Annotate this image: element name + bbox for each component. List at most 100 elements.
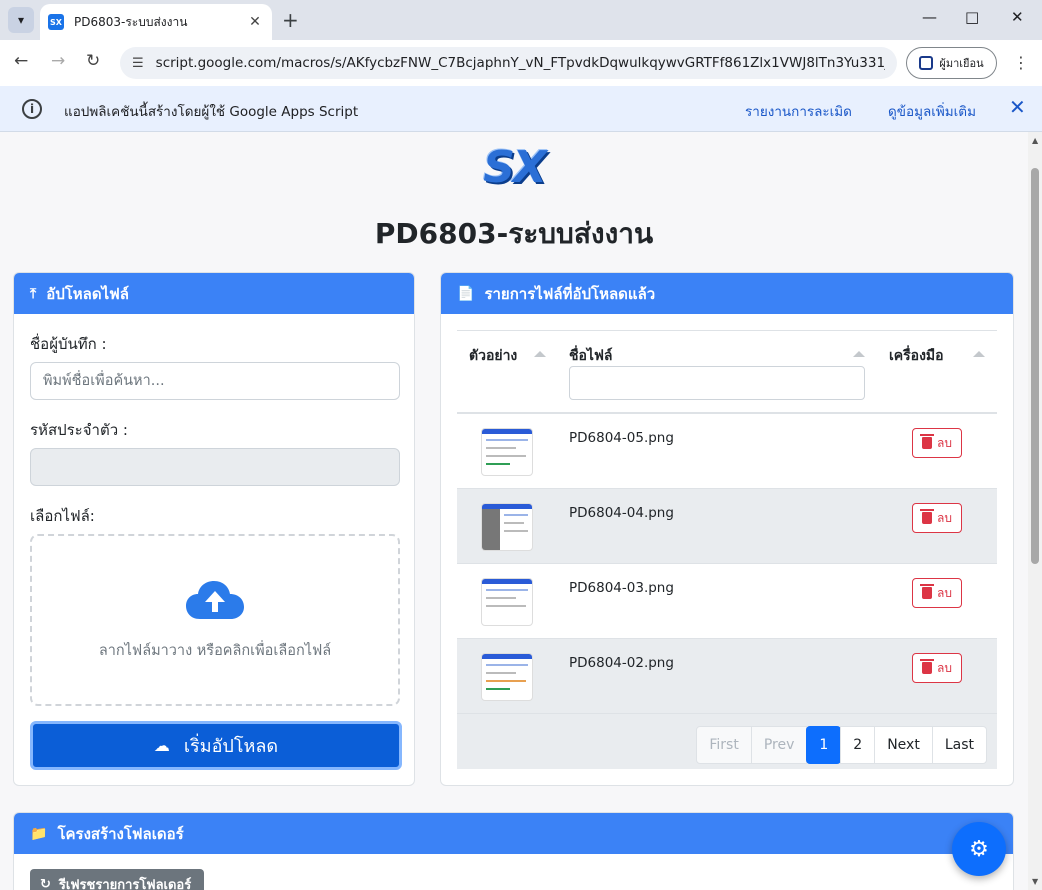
file-name: PD6804-04.png — [569, 505, 674, 521]
file-name: PD6804-05.png — [569, 430, 674, 446]
pagination: First Prev 1 2 Next Last — [696, 726, 987, 764]
delete-label: ลบ — [937, 660, 952, 675]
refresh-folders-label: รีเฟรชรายการโฟลเดอร์ — [58, 877, 192, 890]
tab-search-button[interactable]: ▾ — [8, 7, 34, 33]
folder-icon: 📁 — [30, 825, 48, 842]
table-header: ตัวอย่าง ชื่อไฟล์ เครื่องมือ — [457, 330, 997, 414]
scroll-thumb[interactable] — [1031, 168, 1039, 564]
recorder-label: ชื่อผู้บันทึก : — [30, 335, 107, 353]
start-upload-label: เริ่มอัปโหลด — [183, 736, 279, 757]
infobar-close-icon[interactable]: ✕ — [1009, 95, 1026, 119]
file-dropzone[interactable]: ลากไฟล์มาวาง หรือคลิกเพื่อเลือกไฟล์ — [30, 534, 400, 706]
forward-arrow-icon[interactable]: → — [51, 51, 65, 71]
start-upload-button[interactable]: ☁ เริ่มอัปโหลด — [30, 721, 402, 770]
filename-filter-input[interactable] — [569, 366, 865, 400]
sort-filename-icon[interactable] — [853, 351, 865, 357]
tab-strip: ▾ SX PD6803-ระบบส่งงาน ✕ + — □ ✕ — [0, 0, 1042, 40]
url-text: script.google.com/macros/s/AKfycbzFNW_C7… — [155, 55, 885, 71]
page-content: SX PD6803-ระบบส่งงาน ⤒ อัปโหลดไฟล์ ชื่อผ… — [0, 132, 1028, 890]
table-row: PD6804-05.png ลบ — [457, 414, 997, 489]
address-bar[interactable]: ☰ script.google.com/macros/s/AKfycbzFNW_… — [120, 47, 897, 79]
file-thumbnail[interactable] — [481, 428, 533, 476]
delete-label: ลบ — [937, 585, 952, 600]
trash-icon — [920, 584, 934, 599]
page-last-button[interactable]: Last — [931, 726, 987, 764]
infobar-text: แอปพลิเคชันนี้สร้างโดยผู้ใช้ Google Apps… — [64, 104, 359, 120]
cloud-upload-icon — [184, 579, 246, 621]
file-thumbnail[interactable] — [481, 503, 533, 551]
window-close-icon[interactable]: ✕ — [1011, 8, 1024, 26]
col-preview[interactable]: ตัวอย่าง — [469, 345, 517, 367]
favicon-icon: SX — [48, 14, 64, 30]
page-2-button[interactable]: 2 — [840, 726, 876, 764]
col-filename[interactable]: ชื่อไฟล์ — [569, 345, 612, 367]
files-table: ตัวอย่าง ชื่อไฟล์ เครื่องมือ PD6804-05.p… — [457, 330, 997, 769]
page-title: PD6803-ระบบส่งงาน — [374, 217, 654, 250]
browser-toolbar: ← → ↻ ☰ script.google.com/macros/s/AKfyc… — [0, 40, 1042, 86]
report-abuse-link[interactable]: รายงานการละเมิด — [745, 100, 852, 122]
file-select-label: เลือกไฟล์: — [30, 507, 95, 525]
file-name: PD6804-03.png — [569, 580, 674, 596]
upload-icon: ⤒ — [30, 285, 37, 302]
page-scrollbar[interactable]: ▲ ▼ — [1028, 132, 1042, 890]
scroll-down-icon[interactable]: ▼ — [1032, 877, 1038, 886]
trash-icon — [920, 509, 934, 524]
folder-structure-card: 📁 โครงสร้างโฟลเดอร์ ↻ รีเฟรชรายการโฟลเดอ… — [13, 812, 1014, 890]
folder-card-header: 📁 โครงสร้างโฟลเดอร์ — [14, 813, 1013, 854]
page-prev-button[interactable]: Prev — [750, 726, 808, 764]
upload-card-title: อัปโหลดไฟล์ — [46, 284, 129, 303]
minimize-icon[interactable]: — — [922, 8, 937, 26]
page-first-button[interactable]: First — [696, 726, 752, 764]
site-settings-icon[interactable]: ☰ — [132, 56, 144, 71]
file-text-icon: 📄 — [457, 285, 475, 302]
refresh-folders-button[interactable]: ↻ รีเฟรชรายการโฟลเดอร์ — [30, 869, 204, 890]
maximize-icon[interactable]: □ — [965, 8, 979, 26]
sort-preview-icon[interactable] — [534, 351, 546, 357]
apps-script-infobar: i แอปพลิเคชันนี้สร้างโดยผู้ใช้ Google Ap… — [0, 86, 1042, 132]
upload-card-header: ⤒ อัปโหลดไฟล์ — [14, 273, 414, 314]
table-row: PD6804-03.png ลบ — [457, 564, 997, 639]
profile-icon — [919, 56, 934, 70]
scroll-up-icon[interactable]: ▲ — [1032, 136, 1038, 145]
delete-button[interactable]: ลบ — [912, 428, 962, 458]
gear-icon: ⚙ — [969, 836, 989, 862]
tab-title: PD6803-ระบบส่งงาน — [74, 14, 188, 29]
profile-label: ผู้มาเยือน — [939, 57, 984, 70]
col-tools[interactable]: เครื่องมือ — [889, 345, 944, 367]
back-arrow-icon[interactable]: ← — [14, 51, 28, 71]
settings-fab-button[interactable]: ⚙ — [952, 822, 1006, 876]
profile-button[interactable]: ผู้มาเยือน — [906, 47, 997, 79]
files-card-title: รายการไฟล์ที่อัปโหลดแล้ว — [484, 284, 656, 303]
menu-kebab-icon[interactable]: ⋮ — [1013, 53, 1029, 72]
delete-button[interactable]: ลบ — [912, 653, 962, 683]
delete-label: ลบ — [937, 435, 952, 450]
file-name: PD6804-02.png — [569, 655, 674, 671]
pagination-area: First Prev 1 2 Next Last — [457, 714, 997, 769]
tab-close-icon[interactable]: ✕ — [246, 14, 264, 30]
table-row: PD6804-02.png ลบ — [457, 639, 997, 714]
student-id-field[interactable] — [30, 448, 400, 486]
files-card-header: 📄 รายการไฟล์ที่อัปโหลดแล้ว — [441, 273, 1013, 314]
table-row: PD6804-04.png ลบ — [457, 489, 997, 564]
app-logo: SX — [483, 141, 547, 193]
upload-card: ⤒ อัปโหลดไฟล์ ชื่อผู้บันทึก : รหัสประจำต… — [13, 272, 415, 786]
cloud-upload-icon: ☁ — [153, 736, 170, 755]
sort-tools-icon[interactable] — [973, 351, 985, 357]
delete-button[interactable]: ลบ — [912, 503, 962, 533]
browser-tab[interactable]: SX PD6803-ระบบส่งงาน ✕ — [40, 4, 272, 40]
student-id-label: รหัสประจำตัว : — [30, 421, 128, 439]
delete-label: ลบ — [937, 510, 952, 525]
dropzone-text: ลากไฟล์มาวาง หรือคลิกเพื่อเลือกไฟล์ — [98, 642, 332, 659]
page-1-button[interactable]: 1 — [806, 726, 842, 764]
uploaded-files-card: 📄 รายการไฟล์ที่อัปโหลดแล้ว ตัวอย่าง ชื่อ… — [440, 272, 1014, 786]
refresh-icon: ↻ — [40, 876, 51, 890]
file-thumbnail[interactable] — [481, 578, 533, 626]
file-thumbnail[interactable] — [481, 653, 533, 701]
reload-icon[interactable]: ↻ — [86, 51, 100, 71]
page-next-button[interactable]: Next — [874, 726, 933, 764]
learn-more-link[interactable]: ดูข้อมูลเพิ่มเติม — [888, 100, 976, 122]
delete-button[interactable]: ลบ — [912, 578, 962, 608]
new-tab-icon[interactable]: + — [282, 8, 299, 32]
recorder-search-input[interactable] — [30, 362, 400, 400]
folder-card-title: โครงสร้างโฟลเดอร์ — [57, 824, 184, 843]
